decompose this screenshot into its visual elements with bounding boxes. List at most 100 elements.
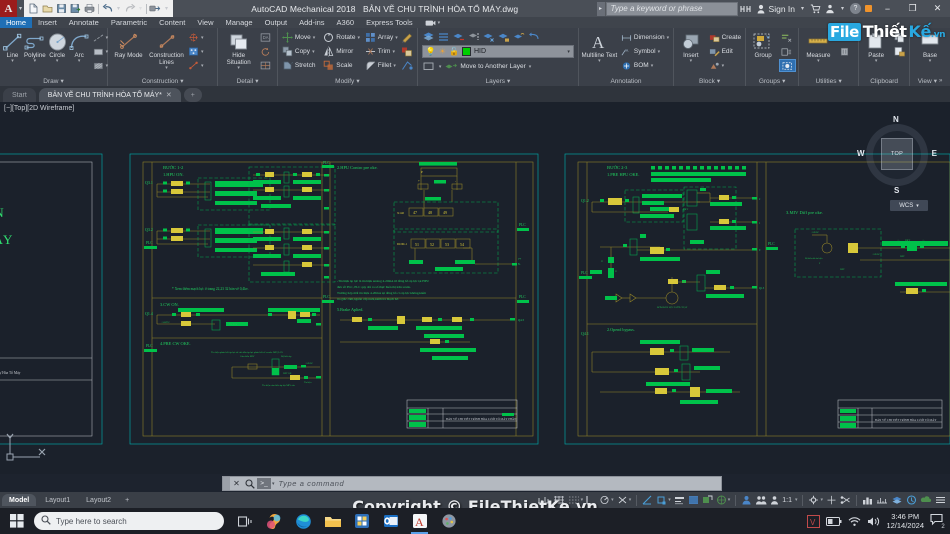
bom-button[interactable]: BOM ▾ (619, 59, 671, 72)
layer-freeze-icon[interactable] (482, 30, 495, 43)
create-block-button[interactable]: Create (707, 31, 744, 44)
layer-unlock-icon[interactable] (512, 30, 525, 43)
array-button[interactable]: Array ▾ (363, 31, 401, 44)
delete-duplicate-button[interactable] (837, 45, 857, 58)
bom-caret[interactable]: ▾ (651, 63, 654, 69)
isometric-draft-icon[interactable]: ▾ (617, 495, 631, 505)
search-dropdown-caret[interactable]: ▸ (596, 1, 606, 16)
rotate-button[interactable]: Rotate ▾ (321, 31, 362, 44)
ribbon-tab-addins[interactable]: Add-ins (293, 17, 330, 28)
open-icon[interactable] (41, 2, 54, 15)
arc-button[interactable]: Arc ▾ (69, 30, 90, 65)
minimize-button[interactable]: − (875, 0, 900, 17)
construction-more-button[interactable]: ▾ (186, 59, 206, 72)
stretch-button[interactable]: Stretch (280, 59, 321, 72)
power-edit-icon[interactable] (400, 31, 413, 44)
share-caret[interactable]: ▾ (839, 5, 846, 12)
copy-button[interactable]: Copy ▾ (280, 45, 321, 58)
measure-caret[interactable]: ▾ (817, 58, 820, 65)
polyline-button[interactable]: Polyline ▾ (24, 30, 46, 65)
sun-icon[interactable]: ☀ (439, 47, 446, 56)
edge-browser-icon[interactable] (290, 508, 317, 534)
unlock-icon[interactable]: 🔓 (449, 47, 459, 56)
help-icon[interactable]: ? (850, 3, 861, 14)
task-view-icon[interactable] (232, 508, 259, 534)
edit-situation-button[interactable] (258, 59, 273, 72)
move-caret[interactable]: ▾ (313, 35, 316, 41)
workspace-gear-icon[interactable]: ▾ (808, 495, 823, 505)
ray-mode-button[interactable]: Ray Mode (110, 30, 147, 59)
ribbon-tab-manage[interactable]: Manage (219, 17, 258, 28)
autodesk-cloud-icon[interactable] (920, 495, 932, 505)
sync-status-icon[interactable] (906, 495, 917, 505)
shopping-cart-icon[interactable] (810, 4, 821, 14)
multiline-text-button[interactable]: A Multiline Text ▾ (581, 30, 618, 65)
scale-button[interactable]: Scale (321, 59, 362, 72)
move-to-layer-caret[interactable]: ▾ (529, 64, 532, 70)
circle-button[interactable]: Circle ▾ (47, 30, 68, 65)
lightbulb-on-icon[interactable]: 💡 (426, 47, 436, 56)
arc-caret[interactable]: ▾ (78, 58, 81, 65)
clean-screen-icon[interactable] (840, 495, 851, 505)
qat-customize-caret[interactable]: ▾ (163, 5, 170, 12)
new-document-tab-button[interactable]: + (183, 88, 202, 102)
isolate-objects-icon[interactable] (741, 495, 752, 505)
hide-situation-button[interactable]: Hide Situation ▾ (220, 30, 257, 72)
object-snap-icon[interactable]: ▾ (656, 495, 671, 505)
taskbar-clock[interactable]: 3:46 PM 12/14/2024 (886, 512, 924, 531)
object-snap-tracking-icon[interactable] (642, 495, 653, 505)
layout-tab-layout1[interactable]: Layout1 (38, 494, 77, 506)
copilot-icon[interactable] (261, 508, 288, 534)
group-selection-button[interactable] (779, 59, 797, 72)
notification-dot-icon[interactable] (865, 5, 872, 12)
volume-icon[interactable] (867, 516, 880, 527)
paste-special-button[interactable] (892, 45, 907, 58)
redo-caret[interactable]: ▾ (137, 5, 144, 12)
ribbon-tab-output[interactable]: Output (259, 17, 294, 28)
line-button[interactable]: Line ▾ (2, 30, 23, 65)
hole-pattern-caret[interactable]: ▾ (201, 49, 204, 55)
fillet-button[interactable]: Fillet ▾ (363, 59, 401, 72)
panel-title-detail[interactable]: Detail ▾ (220, 76, 275, 86)
fillet-caret[interactable]: ▾ (393, 63, 396, 69)
view-cube-top-face[interactable]: TOP (881, 138, 913, 170)
layer-match-icon[interactable] (437, 30, 450, 43)
trim-button[interactable]: Trim ▾ (363, 45, 401, 58)
layer-previous-icon[interactable] (527, 30, 540, 43)
taskbar-search-box[interactable]: Type here to search (34, 512, 224, 530)
base-view-caret[interactable]: ▾ (929, 58, 932, 65)
line-caret[interactable]: ▾ (11, 58, 14, 65)
dimension-button[interactable]: Dimension ▾ (619, 31, 671, 44)
signin-label[interactable]: Sign In (769, 4, 795, 14)
document-tab-drawing[interactable]: BẢN VẼ CHU TRÌNH HÒA TỔ MÁY* ✕ (38, 88, 181, 102)
customization-plus-icon[interactable]: ＋ (826, 492, 837, 508)
microsoft-store-icon[interactable] (348, 508, 375, 534)
saveas-icon[interactable] (69, 2, 82, 15)
panel-title-construction[interactable]: Construction ▾ (110, 76, 215, 86)
restore-button[interactable]: ❐ (900, 0, 925, 17)
layer-properties-icon[interactable] (422, 30, 435, 43)
view-cube-east-label[interactable]: E (932, 149, 937, 158)
group-button[interactable]: Group (748, 30, 778, 59)
group-edit-button[interactable] (779, 45, 796, 58)
ribbon-tab-insert[interactable]: Insert (32, 17, 63, 28)
close-button[interactable]: ✕ (925, 0, 950, 17)
annotation-scale[interactable]: 1:1 (782, 497, 792, 504)
polyline-caret[interactable]: ▾ (34, 58, 37, 65)
command-line[interactable]: ✕ >_ ▾ Type a command (222, 476, 722, 491)
multiline-text-caret[interactable]: ▾ (598, 58, 601, 65)
ungroup-button[interactable] (779, 31, 796, 44)
signin-caret[interactable]: ▾ (799, 5, 806, 12)
user-account-icon[interactable] (757, 4, 765, 14)
battery-icon[interactable] (826, 516, 842, 526)
plot-icon[interactable] (83, 2, 96, 15)
windows-start-icon[interactable] (0, 508, 34, 534)
insert-block-caret[interactable]: ▾ (690, 58, 693, 65)
undo-caret[interactable]: ▾ (115, 5, 122, 12)
panel-title-view[interactable]: View ▾» (912, 76, 948, 86)
share-icon[interactable] (825, 4, 835, 14)
power-snap-icon[interactable] (400, 59, 413, 72)
block-attribute-caret[interactable]: ▾ (722, 63, 725, 69)
array-caret[interactable]: ▾ (395, 35, 398, 41)
autocad-icon[interactable]: A (406, 508, 433, 534)
